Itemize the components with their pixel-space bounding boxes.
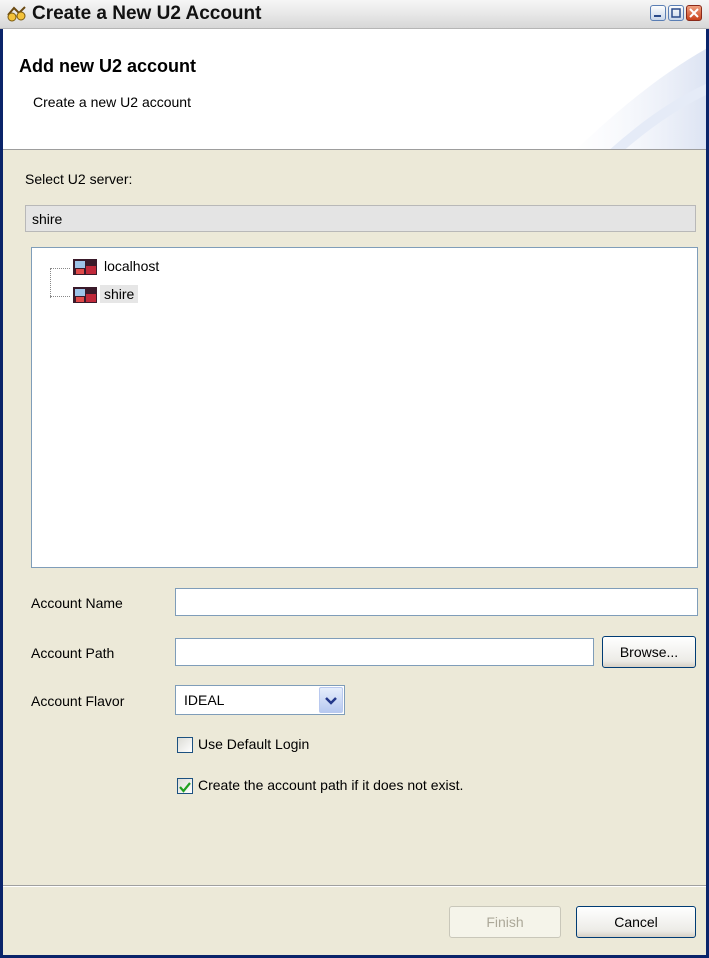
wizard-banner: Add new U2 account Create a new U2 accou… xyxy=(3,29,706,150)
footer-separator xyxy=(3,885,706,887)
tree-connector xyxy=(50,268,70,270)
title-bar[interactable]: Create a New U2 Account xyxy=(0,0,709,29)
account-path-field[interactable] xyxy=(175,638,594,666)
server-tree[interactable]: localhost shire xyxy=(31,247,698,568)
maximize-icon xyxy=(671,8,681,18)
browse-button[interactable]: Browse... xyxy=(602,636,696,668)
tree-connector xyxy=(50,268,52,298)
close-button[interactable] xyxy=(686,5,702,21)
chevron-down-icon[interactable] xyxy=(319,687,343,713)
page-title: Add new U2 account xyxy=(19,56,197,76)
server-icon xyxy=(73,287,97,303)
finish-button[interactable]: Finish xyxy=(449,906,561,938)
create-path-checkbox[interactable] xyxy=(177,778,193,794)
tree-connector xyxy=(50,296,70,298)
tree-item-label: localhost xyxy=(104,258,160,274)
maximize-button[interactable] xyxy=(668,5,684,21)
server-icon xyxy=(73,259,97,275)
cancel-button[interactable]: Cancel xyxy=(576,906,696,938)
wizard-icon xyxy=(7,6,26,22)
selected-server-value: shire xyxy=(32,211,63,227)
close-icon xyxy=(689,8,699,18)
account-path-label: Account Path xyxy=(31,645,115,661)
dialog-window: Create a New U2 Account Add new U2 accou… xyxy=(0,0,709,958)
account-flavor-value: IDEAL xyxy=(184,692,225,708)
account-flavor-label: Account Flavor xyxy=(31,693,125,709)
use-default-login-checkbox[interactable] xyxy=(177,737,193,753)
account-name-label: Account Name xyxy=(31,595,123,611)
select-server-label: Select U2 server: xyxy=(25,171,133,187)
checkmark-icon xyxy=(179,782,191,793)
selected-server-field: shire xyxy=(25,205,696,232)
minimize-icon xyxy=(654,15,661,17)
account-flavor-select[interactable]: IDEAL xyxy=(175,685,345,715)
create-path-label: Create the account path if it does not e… xyxy=(198,777,464,793)
use-default-login-label: Use Default Login xyxy=(198,736,310,752)
minimize-button[interactable] xyxy=(650,5,666,21)
banner-decoration xyxy=(576,48,706,149)
account-name-field[interactable] xyxy=(175,588,698,616)
tree-item-label: shire xyxy=(100,285,139,303)
window-title: Create a New U2 Account xyxy=(32,3,262,24)
page-description: Create a new U2 account xyxy=(33,94,191,110)
